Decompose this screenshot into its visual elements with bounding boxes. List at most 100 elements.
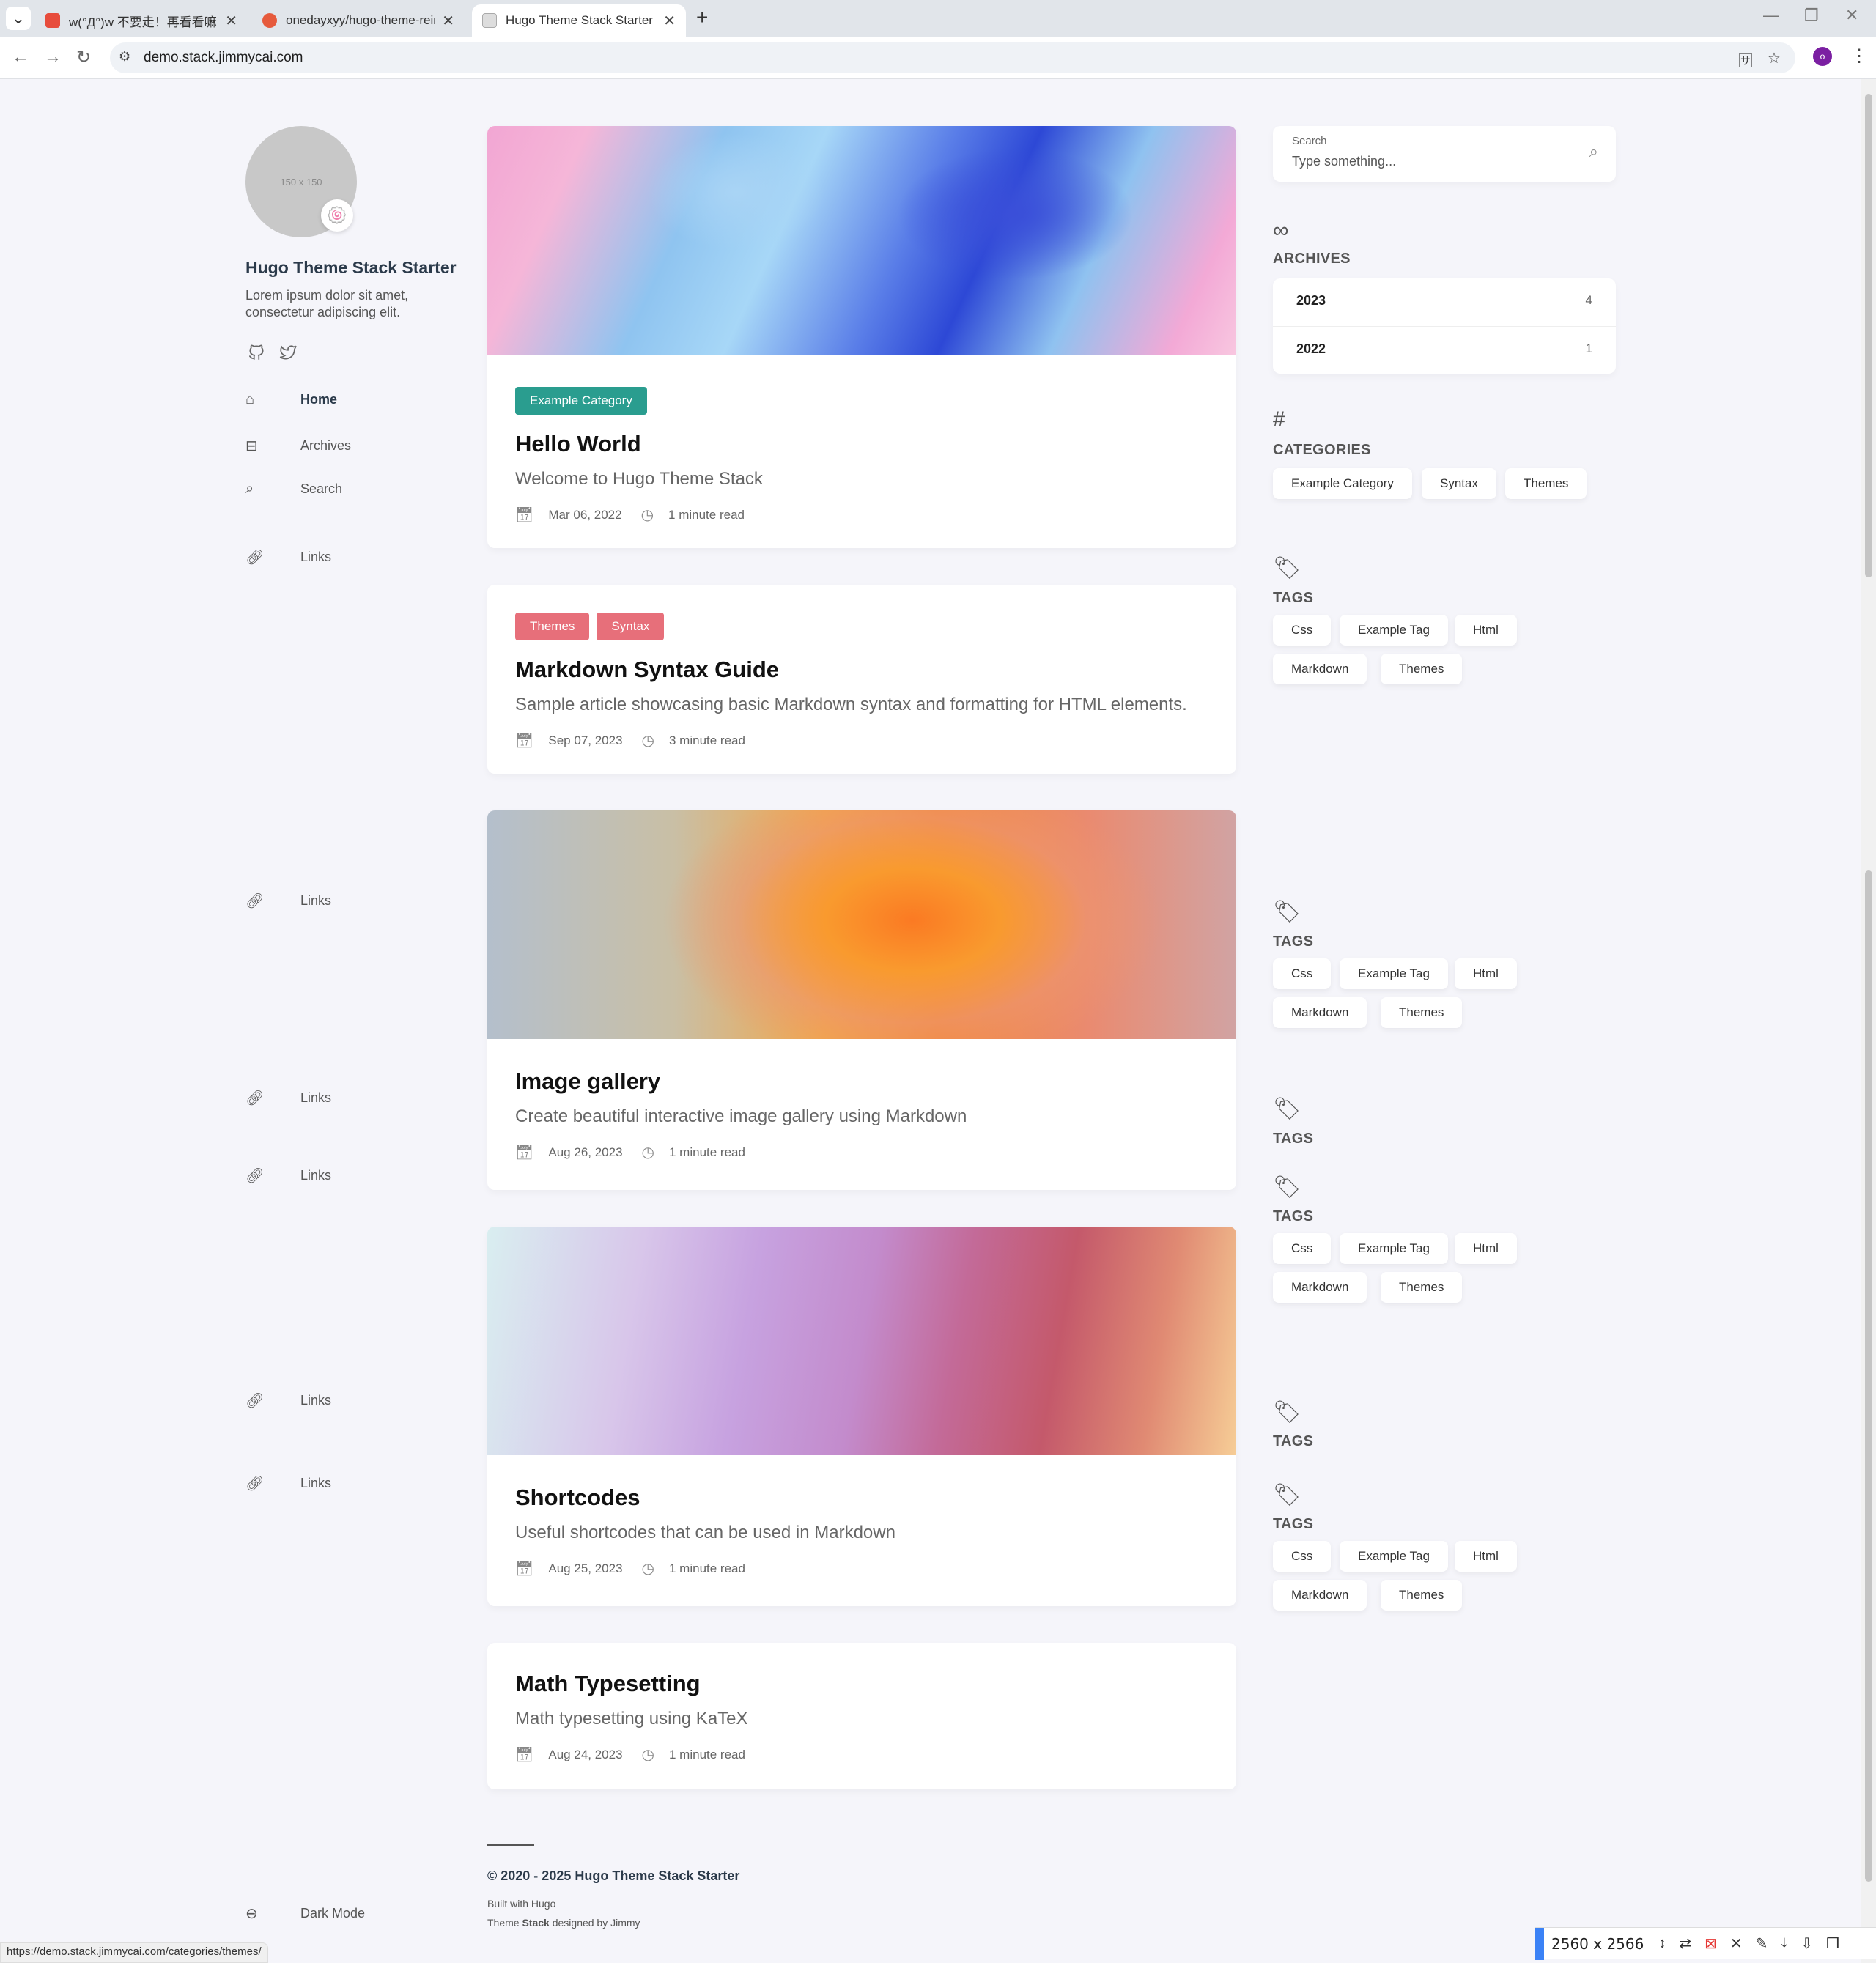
article-card[interactable]: Shortcodes Useful shortcodes that can be… <box>487 1227 1236 1606</box>
restore-icon[interactable]: ❐ <box>1804 6 1819 25</box>
tab-1[interactable]: w(°Д°)w 不要走！再看看嘛！ ✕ <box>35 4 248 37</box>
minimize-icon[interactable]: — <box>1763 6 1779 25</box>
tag-chip[interactable]: Themes <box>1381 997 1463 1028</box>
footer-built-with[interactable]: Built with Hugo <box>487 1898 555 1910</box>
tag-chip[interactable]: Markdown <box>1273 997 1367 1028</box>
tag-chip[interactable]: Html <box>1455 1233 1517 1264</box>
archive-row[interactable]: 2023 4 <box>1273 278 1616 326</box>
nav-links-label: Links <box>300 1476 332 1490</box>
tab-title: onedayxyy/hugo-theme-reim <box>286 13 435 27</box>
article-cover-image[interactable] <box>487 126 1236 355</box>
category-badge[interactable]: Themes <box>515 613 590 640</box>
link-icon: 🔗︎ <box>245 1476 265 1492</box>
article-cover-image[interactable] <box>487 810 1236 1039</box>
archive-year: 2023 <box>1296 293 1326 308</box>
archive-row[interactable]: 2022 1 <box>1273 327 1616 374</box>
article-card[interactable]: Themes Syntax Markdown Syntax Guide Sampl… <box>487 585 1236 774</box>
scrollbar-thumb[interactable] <box>1865 1501 1872 1882</box>
footer-theme-link[interactable]: Stack <box>522 1917 549 1929</box>
nav-links[interactable]: 🔗︎ Links <box>245 1474 331 1493</box>
tag-chip[interactable]: Html <box>1455 615 1517 646</box>
article-cover-image[interactable] <box>487 1227 1236 1455</box>
tab-2[interactable]: onedayxyy/hugo-theme-reim ✕ <box>252 4 465 37</box>
category-chip[interactable]: Example Category <box>1273 468 1412 499</box>
page-scrollbar[interactable] <box>1861 79 1876 1963</box>
tag-chip[interactable]: Markdown <box>1273 1272 1367 1303</box>
delete-region-icon[interactable]: ⊠ <box>1705 1934 1717 1953</box>
search-input[interactable]: Type something... <box>1292 154 1396 169</box>
close-icon[interactable]: ✕ <box>442 12 454 30</box>
save-icon[interactable]: ⇩ <box>1801 1934 1813 1953</box>
omnibox[interactable]: ⚙ demo.stack.jimmycai.com 🈂 ☆ <box>110 42 1795 73</box>
site-title[interactable]: Hugo Theme Stack Starter <box>245 258 457 278</box>
tab-3-active[interactable]: Hugo Theme Stack Starter ✕ <box>472 4 686 37</box>
tag-chip[interactable]: Html <box>1455 958 1517 989</box>
twitter-icon[interactable] <box>278 343 298 367</box>
home-icon: ⌂ <box>245 391 255 407</box>
article-title[interactable]: Shortcodes <box>515 1485 1208 1511</box>
close-icon[interactable]: ✕ <box>225 12 237 30</box>
browser-menu-icon[interactable]: ⋮ <box>1850 45 1868 67</box>
dark-mode-toggle[interactable]: ⊖ Dark Mode <box>245 1904 365 1923</box>
swap-icon[interactable]: ⇄ <box>1679 1934 1691 1953</box>
search-icon[interactable]: ⌕ <box>1589 142 1598 161</box>
nav-links[interactable]: 🔗︎ Links <box>245 1391 331 1410</box>
tag-chip[interactable]: Themes <box>1381 654 1463 684</box>
scrollbar-thumb[interactable] <box>1865 94 1872 577</box>
nav-search[interactable]: ⌕ Search <box>245 481 342 498</box>
search-widget[interactable]: Search Type something... ⌕ <box>1273 126 1616 182</box>
capture-size: 2560 x 2566 <box>1551 1934 1644 1953</box>
pin-icon[interactable]: ✎ <box>1756 1934 1768 1953</box>
reload-icon[interactable]: ↻ <box>76 47 91 68</box>
nav-home[interactable]: ⌂ Home <box>245 391 337 408</box>
tag-chip[interactable]: Css <box>1273 1541 1332 1572</box>
bookmark-star-icon[interactable]: ☆ <box>1768 49 1781 67</box>
tag-chip[interactable]: Example Tag <box>1340 1233 1448 1264</box>
nav-links[interactable]: 🔗︎ Links <box>245 1167 331 1185</box>
tag-chip[interactable]: Markdown <box>1273 1580 1367 1611</box>
article-title[interactable]: Hello World <box>515 431 1208 457</box>
window-close-icon[interactable]: ✕ <box>1845 6 1858 25</box>
site-info-icon[interactable]: ⚙ <box>119 49 130 64</box>
cancel-icon[interactable]: ✕ <box>1730 1934 1743 1953</box>
tag-chip[interactable]: Css <box>1273 615 1332 646</box>
article-title[interactable]: Markdown Syntax Guide <box>515 657 1208 683</box>
tag-chip[interactable]: Css <box>1273 1233 1332 1264</box>
copy-icon[interactable]: ❐ <box>1826 1934 1839 1953</box>
tag-chip[interactable]: Themes <box>1381 1272 1463 1303</box>
tag-chip[interactable]: Example Tag <box>1340 615 1448 646</box>
github-icon[interactable] <box>247 343 266 367</box>
nav-links[interactable]: 🔗︎ Links <box>245 892 331 910</box>
category-badge[interactable]: Example Category <box>515 387 647 415</box>
download-icon[interactable]: ⤓ <box>1781 1935 1787 1952</box>
nav-links[interactable]: 🔗︎ Links <box>245 548 331 566</box>
tag-chip[interactable]: Css <box>1273 958 1332 989</box>
category-chip[interactable]: Themes <box>1505 468 1587 499</box>
close-icon[interactable]: ✕ <box>663 12 676 30</box>
tag-icon: 🏷︎ <box>1273 1175 1301 1199</box>
tag-icon: 🏷︎ <box>1273 900 1301 924</box>
nav-links[interactable]: 🔗︎ Links <box>245 1089 331 1107</box>
translate-icon[interactable]: 🈂 <box>1738 49 1753 70</box>
tag-chip[interactable]: Html <box>1455 1541 1517 1572</box>
tag-chip[interactable]: Example Tag <box>1340 958 1448 989</box>
tag-chip[interactable]: Themes <box>1381 1580 1463 1611</box>
article-card[interactable]: Image gallery Create beautiful interacti… <box>487 810 1236 1190</box>
forward-icon[interactable]: → <box>44 47 62 67</box>
resize-vertical-icon[interactable]: ↕ <box>1658 1935 1666 1952</box>
category-chip[interactable]: Syntax <box>1422 468 1496 499</box>
tag-chip[interactable]: Markdown <box>1273 654 1367 684</box>
new-tab-icon[interactable]: + <box>696 6 708 29</box>
nav-archives[interactable]: ⊟ Archives <box>245 437 351 455</box>
category-badge[interactable]: Syntax <box>597 613 665 640</box>
tab-search-button[interactable]: ⌄ <box>6 7 31 30</box>
article-title[interactable]: Image gallery <box>515 1068 1208 1095</box>
profile-avatar[interactable]: o <box>1813 47 1832 66</box>
article-card[interactable]: Math Typesetting Math typesetting using … <box>487 1643 1236 1789</box>
tag-chip[interactable]: Example Tag <box>1340 1541 1448 1572</box>
article-card[interactable]: Example Category Hello World Welcome to … <box>487 126 1236 548</box>
scrollbar-thumb[interactable] <box>1865 870 1872 1523</box>
article-title[interactable]: Math Typesetting <box>515 1671 1208 1697</box>
url-text[interactable]: demo.stack.jimmycai.com <box>144 50 303 66</box>
back-icon[interactable]: ← <box>12 47 29 67</box>
